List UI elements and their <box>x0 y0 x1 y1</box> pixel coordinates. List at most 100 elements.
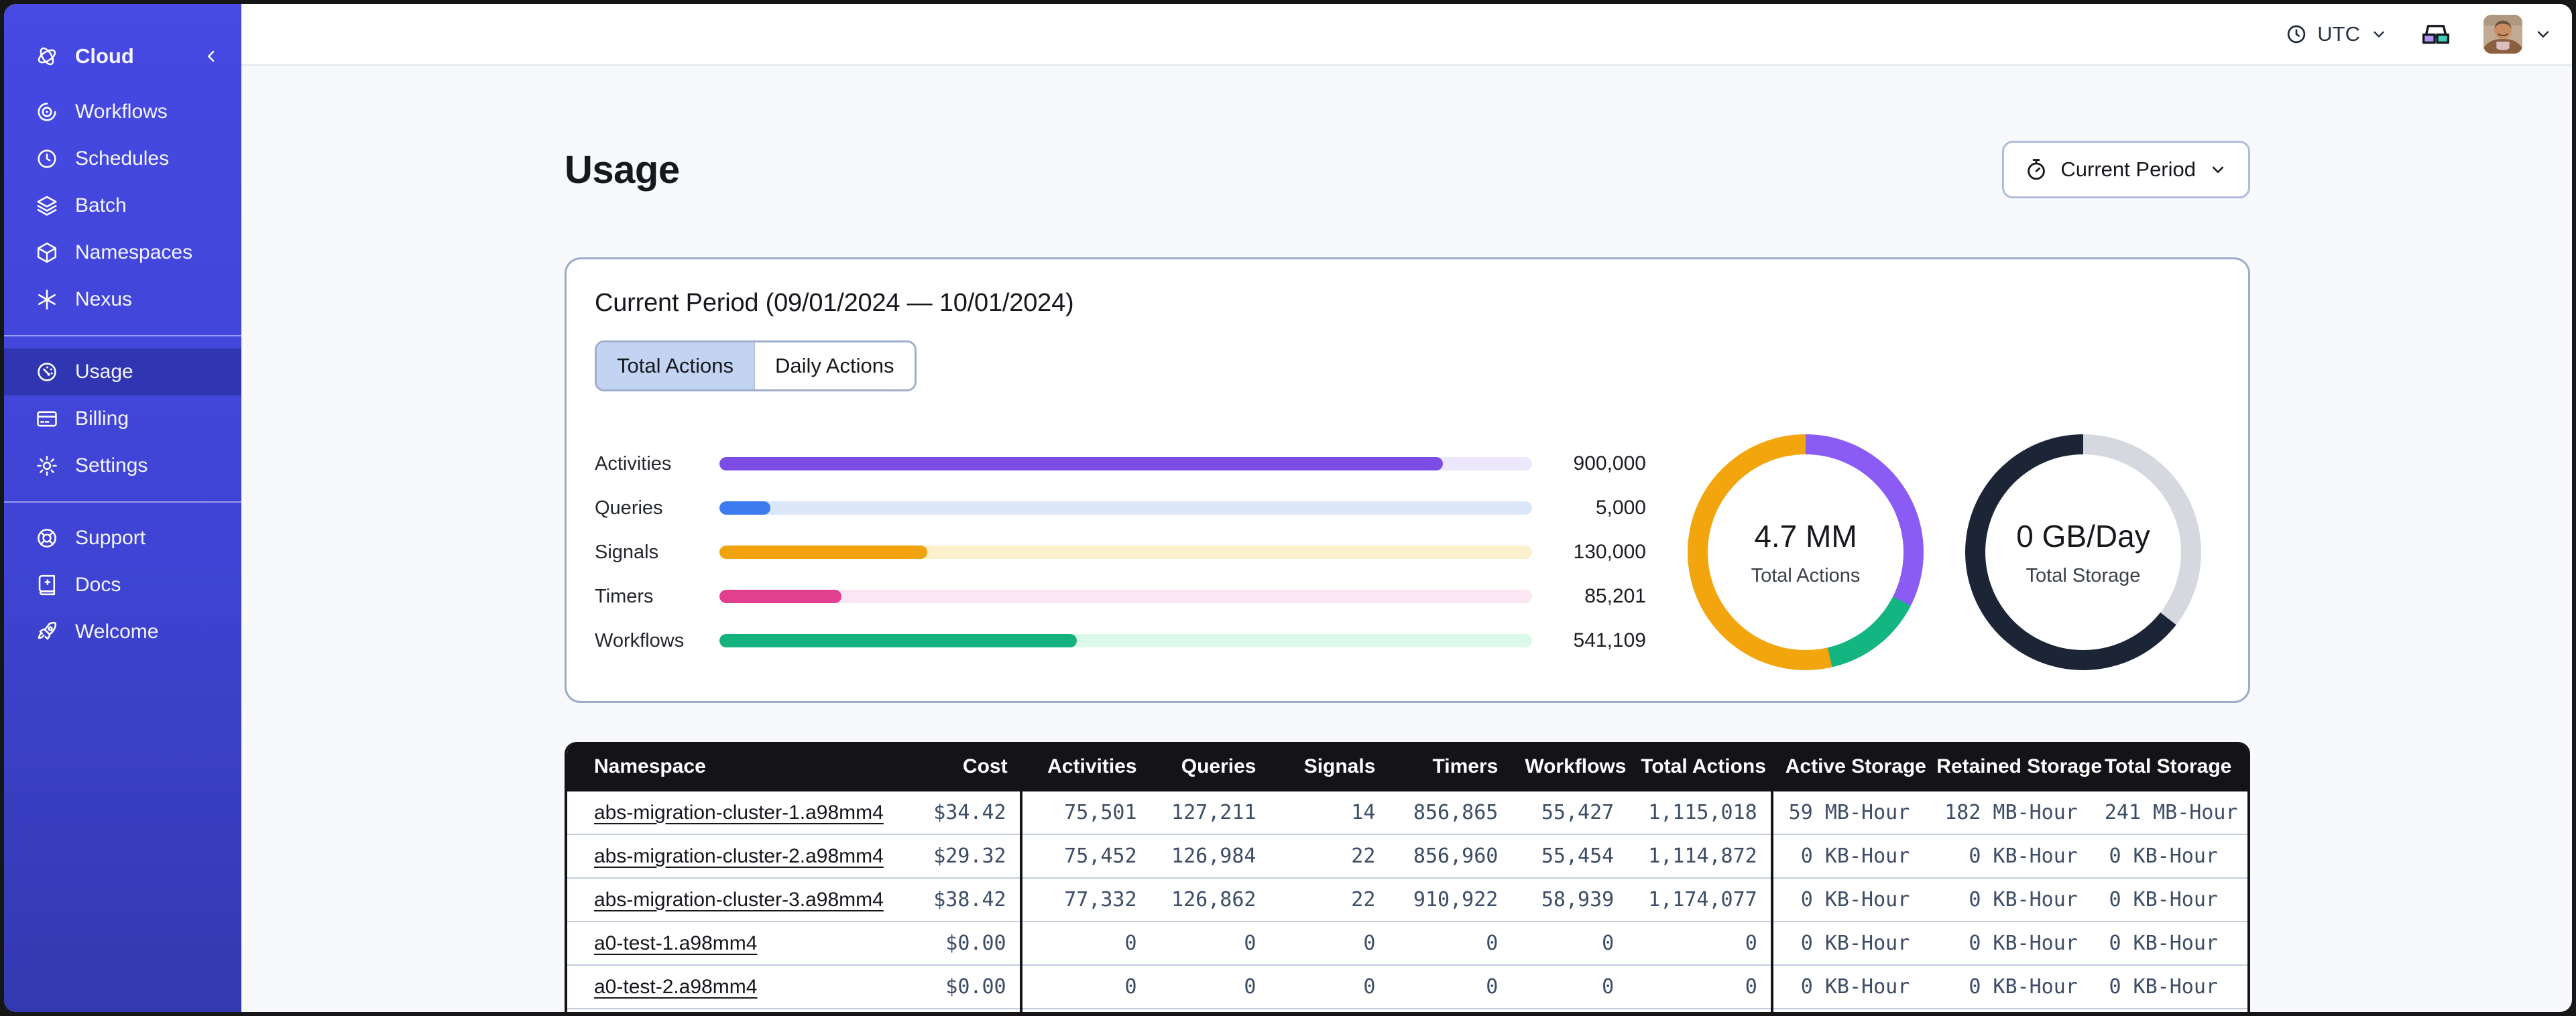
donut-label: Total Storage <box>2026 564 2141 586</box>
chevron-down-icon <box>2533 24 2553 44</box>
column-header-activities: Activities <box>1020 742 1151 791</box>
value-cell: 0 <box>1019 922 1151 965</box>
value-cell: 75,452 <box>1019 834 1151 878</box>
bar-track <box>719 546 1532 559</box>
value-cell: 0 KB-Hour <box>2109 888 2218 911</box>
bar-row-activities: Activities 900,000 <box>595 452 1646 474</box>
nexus-icon <box>35 288 59 312</box>
column-header-active-storage: Active Storage <box>1771 742 1926 791</box>
namespace-link[interactable]: abs-migration-cluster-3.a98mm4 <box>594 889 884 911</box>
sidebar-item-label: Cloud <box>75 44 134 68</box>
sidebar-item-workflows[interactable]: Workflows <box>4 88 241 135</box>
sidebar-collapse-button[interactable] <box>201 46 221 66</box>
page-title: Usage <box>565 147 680 192</box>
value-cell: 0 KB-Hour <box>1770 878 1924 922</box>
chevron-down-icon <box>2208 160 2228 180</box>
bar-row-signals: Signals 130,000 <box>595 541 1646 563</box>
value-cell: 58,939 <box>1541 888 1615 911</box>
sidebar-item-label: Billing <box>75 407 129 430</box>
value-cell: 0 <box>1602 932 1615 955</box>
period-dropdown-button[interactable]: Current Period <box>2002 141 2250 198</box>
value-cell: 0 KB-Hour <box>1969 975 2078 999</box>
bar-fill <box>719 457 1443 470</box>
value-cell: 0 KB-Hour <box>2109 844 2218 868</box>
donut-chart-total-actions: 4.7 MM Total Actions <box>1688 434 1924 670</box>
namespace-usage-table: Namespace Cost Activities Queries Signals Tim… <box>565 742 2250 1012</box>
bar-row-queries: Queries 5,000 <box>595 497 1646 519</box>
value-cell: 1 <box>1627 1009 1772 1012</box>
sidebar-section-1: Cloud Workflows Schedules Batch Namespaces Ne… <box>4 21 241 335</box>
sidebar-item-cloud[interactable]: Cloud <box>4 28 241 84</box>
value-cell: 1,115,018 <box>1648 801 1757 824</box>
table-row: abs-migration-cluster-2.a98mm4 $29.32 75,4… <box>567 834 2247 878</box>
value-cell: 182 MB-Hour <box>1944 801 2078 824</box>
app-window: Cloud Workflows Schedules Batch Namespaces Ne… <box>4 4 2572 1012</box>
column-header-namespace: Namespace <box>567 742 887 791</box>
namespace-link[interactable]: a0-test-2.a98mm4 <box>594 976 757 998</box>
main-area: UTC Usage Current Period Current Period … <box>241 4 2572 1012</box>
settings-icon <box>35 454 59 478</box>
value-cell: $38.42 <box>933 888 1006 911</box>
tab-daily-actions[interactable]: Daily Actions <box>754 342 915 389</box>
sidebar-item-billing[interactable]: Billing <box>4 395 241 442</box>
page-header: Usage Current Period <box>565 141 2250 198</box>
value-cell: 0 <box>1019 965 1151 1009</box>
schedules-icon <box>35 147 59 171</box>
sidebar-item-label: Support <box>75 527 146 549</box>
sidebar: Cloud Workflows Schedules Batch Namespaces Ne… <box>4 4 241 1012</box>
sidebar-item-label: Docs <box>75 574 121 596</box>
value-cell: $0.00 <box>945 932 1006 955</box>
value-cell: 0 KB-Hour <box>2091 1009 2247 1012</box>
timezone-selector[interactable]: UTC <box>2285 22 2388 46</box>
sidebar-item-schedules[interactable]: Schedules <box>4 135 241 182</box>
value-cell: 77,332 <box>1019 878 1151 922</box>
namespace-cell: bk-worker-test.a98mm4 <box>567 1009 886 1012</box>
value-cell: $29.32 <box>933 844 1006 868</box>
column-header-queries: Queries <box>1150 742 1270 791</box>
bar-fill <box>719 634 1077 647</box>
usage-bar-chart: Activities 900,000 Queries 5,000 Signals 130,… <box>595 452 1646 651</box>
value-cell: 59 MB-Hour <box>1770 791 1924 834</box>
sidebar-item-label: Namespaces <box>75 241 193 263</box>
clock-icon <box>2285 23 2308 46</box>
bar-value: 5,000 <box>1595 497 1646 519</box>
sidebar-item-support[interactable]: Support <box>4 515 241 562</box>
bar-track <box>719 634 1532 647</box>
actions-tab-group: Total Actions Daily Actions <box>595 340 917 391</box>
namespace-cell: abs-migration-cluster-1.a98mm4 <box>567 791 886 834</box>
column-header-signals: Signals <box>1269 742 1389 791</box>
glasses-icon <box>2422 25 2450 44</box>
sidebar-item-label: Welcome <box>75 621 159 643</box>
value-cell: 75,501 <box>1019 791 1151 834</box>
support-icon <box>35 526 59 550</box>
sidebar-item-batch[interactable]: Batch <box>4 182 241 229</box>
column-header-timers: Timers <box>1389 742 1512 791</box>
value-cell: 856,960 <box>1413 844 1499 868</box>
bar-label: Workflows <box>595 629 685 651</box>
value-cell: 22 <box>1351 844 1376 868</box>
usage-page: Usage Current Period Current Period (09/… <box>241 66 2572 1012</box>
sidebar-item-usage[interactable]: Usage <box>4 348 241 395</box>
sidebar-item-nexus[interactable]: Nexus <box>4 276 241 323</box>
sidebar-item-namespaces[interactable]: Namespaces <box>4 229 241 276</box>
labs-glasses-button[interactable] <box>2418 19 2454 49</box>
table-row: abs-migration-cluster-1.a98mm4 $34.42 75,5… <box>567 791 2247 834</box>
value-cell: 0 <box>1486 975 1499 999</box>
table-row: abs-migration-cluster-3.a98mm4 $38.42 77,3… <box>567 878 2247 922</box>
sidebar-item-label: Settings <box>75 454 148 477</box>
namespace-link[interactable]: abs-migration-cluster-2.a98mm4 <box>594 845 884 867</box>
value-cell: 0 <box>1486 932 1499 955</box>
tab-total-actions[interactable]: Total Actions <box>597 342 754 389</box>
docs-icon <box>35 573 59 597</box>
sidebar-item-settings[interactable]: Settings <box>4 442 241 489</box>
sidebar-item-label: Nexus <box>75 288 133 310</box>
period-dropdown-label: Current Period <box>2060 157 2196 181</box>
namespace-link[interactable]: abs-migration-cluster-1.a98mm4 <box>594 802 884 824</box>
account-menu[interactable] <box>2483 15 2553 54</box>
sidebar-item-docs[interactable]: Docs <box>4 562 241 609</box>
charts-area: Activities 900,000 Queries 5,000 Signals 130,… <box>595 434 2220 670</box>
sidebar-item-welcome[interactable]: Welcome <box>4 609 241 655</box>
current-period-card: Current Period (09/01/2024 — 10/01/2024)… <box>565 257 2250 703</box>
namespace-link[interactable]: a0-test-1.a98mm4 <box>594 932 757 954</box>
